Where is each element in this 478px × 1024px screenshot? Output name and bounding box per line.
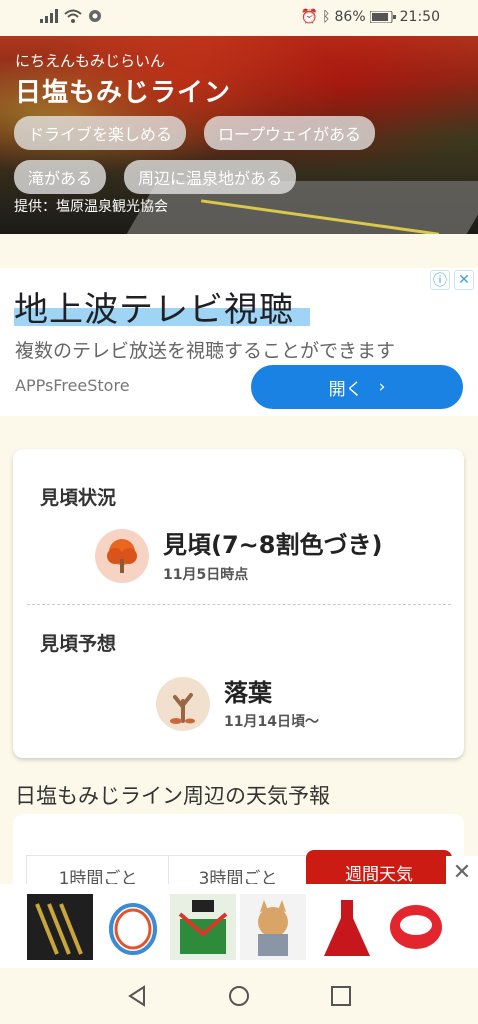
ad-thumb-mouth[interactable] — [383, 894, 449, 960]
chrome-icon — [89, 10, 101, 22]
tag-drive[interactable]: ドライブを楽しめる — [14, 116, 187, 150]
forecast-status: 落葉 — [224, 679, 272, 707]
divider — [27, 604, 451, 605]
status-right: ⏰ ᛒ 86% 21:50 — [301, 9, 440, 25]
bottom-ad-close-icon[interactable]: ✕ — [446, 856, 478, 888]
status-left — [40, 9, 102, 23]
ad-open-button[interactable]: 開く › — [251, 365, 463, 409]
tag-ropeway[interactable]: ロープウェイがある — [204, 116, 376, 150]
ad-thumb-training[interactable] — [170, 894, 236, 960]
battery-icon — [369, 11, 396, 23]
current-status-label: 見頃状況 — [40, 487, 117, 509]
signal-icon — [40, 9, 58, 23]
tag-onsen[interactable]: 周辺に温泉地がある — [124, 160, 297, 194]
chevron-right-icon: › — [378, 377, 386, 397]
status-card: 見頃状況 見頃(7~8割色づき) 11月5日時点 見頃予想 落葉 11月14日頃… — [13, 449, 464, 758]
alarm-icon: ⏰ — [300, 9, 319, 25]
bottom-ad[interactable] — [0, 884, 478, 968]
current-status: 見頃(7~8割色づき) — [163, 531, 383, 559]
page-title: 日塩もみじライン — [15, 78, 232, 108]
battery-percent: 86% — [334, 9, 366, 25]
wifi-icon — [64, 9, 82, 23]
feature-tags: ドライブを楽しめる ロープウェイがある 滝がある 周辺に温泉地がある — [14, 116, 474, 194]
forecast-date: 11月14日頃〜 — [224, 714, 319, 730]
hero-image: にちえんもみじらいん 日塩もみじライン ドライブを楽しめる ロープウェイがある … — [0, 36, 478, 234]
close-icon[interactable]: ✕ — [454, 270, 474, 290]
bluetooth-icon: ᛒ — [322, 9, 331, 25]
ad-thumb-cables[interactable] — [27, 894, 93, 960]
ad-open-label: 開く — [328, 379, 363, 400]
info-icon[interactable]: ⓘ — [430, 270, 450, 290]
status-bar: ⏰ ᛒ 86% 21:50 — [0, 0, 478, 36]
clock: 21:50 — [399, 9, 440, 25]
android-navbar — [0, 968, 478, 1024]
ad-description: 複数のテレビ放送を視聴することができます — [15, 340, 396, 362]
ad-brand: APPsFreeStore — [15, 376, 130, 395]
ad-thumb-hoop[interactable] — [100, 894, 166, 960]
bare-tree-icon — [156, 677, 210, 731]
ad-icons: ⓘ ✕ — [430, 270, 474, 290]
home-icon[interactable] — [227, 984, 251, 1008]
ad-banner[interactable]: ⓘ ✕ 地上波テレビ視聴 複数のテレビ放送を視聴することができます APPsFr… — [0, 268, 478, 416]
tag-waterfall[interactable]: 滝がある — [14, 160, 107, 194]
ad-headline: 地上波テレビ視聴 — [14, 290, 294, 330]
photo-credit: 提供：塩原温泉観光協会 — [14, 199, 168, 215]
current-date: 11月5日時点 — [163, 567, 249, 583]
ad-thumb-dress[interactable] — [314, 894, 380, 960]
weather-title: 日塩もみじライン周辺の天気予報 — [15, 784, 330, 808]
hero-reading: にちえんもみじらいん — [15, 52, 166, 70]
autumn-tree-icon — [95, 529, 149, 583]
forecast-label: 見頃予想 — [40, 633, 117, 655]
back-icon[interactable] — [126, 984, 150, 1008]
ad-thumb-cat[interactable] — [240, 894, 306, 960]
recents-icon[interactable] — [329, 984, 353, 1008]
